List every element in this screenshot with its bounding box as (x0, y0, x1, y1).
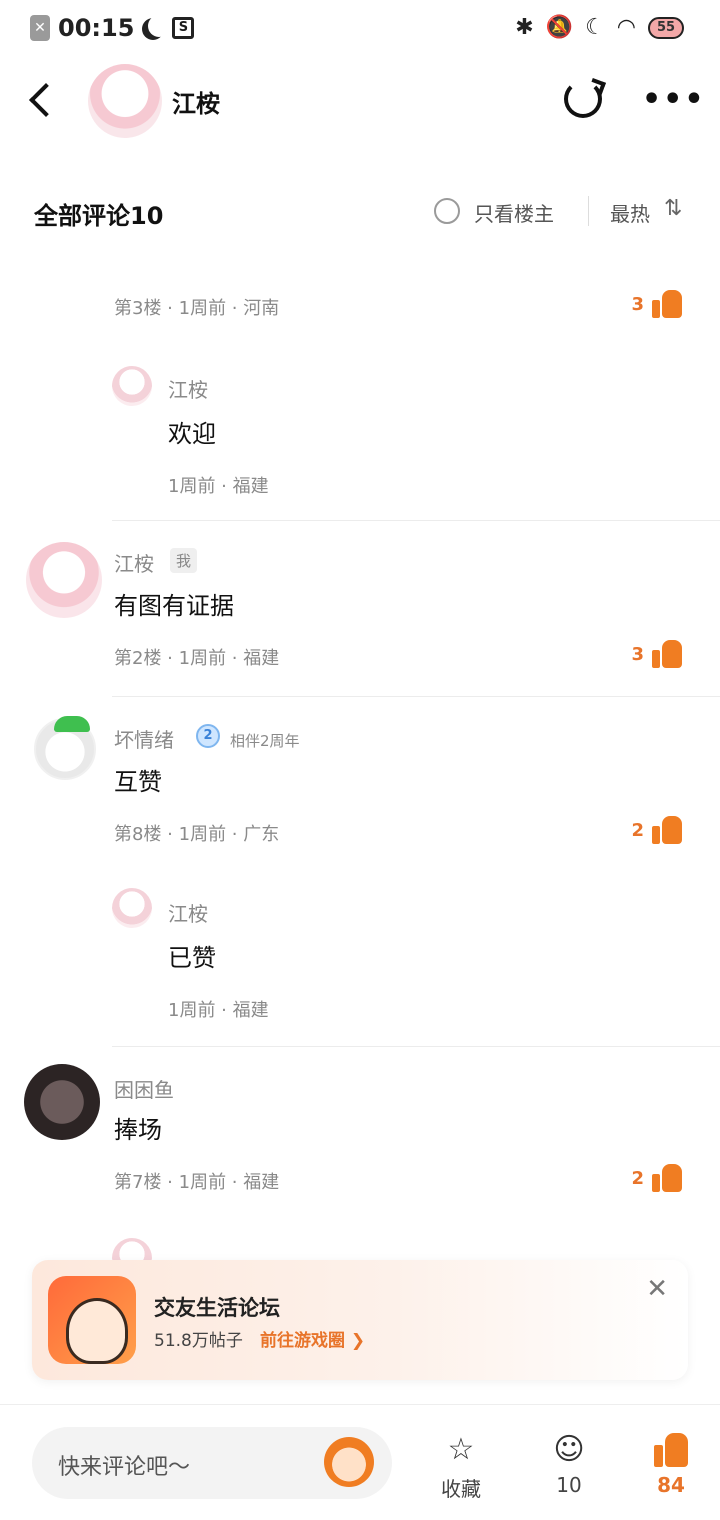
divider (588, 196, 589, 226)
thumbs-up-icon (652, 640, 682, 668)
go-to-game-circle-link[interactable]: 前往游戏圈 ❯ (260, 1326, 365, 1351)
share-icon[interactable] (564, 80, 602, 118)
like-count: 3 (631, 293, 644, 315)
like-button[interactable]: 2 (631, 1164, 682, 1192)
commenter-avatar[interactable] (24, 1064, 100, 1140)
divider (112, 1046, 720, 1047)
reply-username[interactable]: 江桉 (168, 374, 208, 403)
commenter-avatar[interactable] (34, 716, 96, 780)
like-count: 3 (631, 643, 644, 665)
like-count: 84 (657, 1473, 685, 1497)
bluetooth-icon: ✱ (515, 15, 534, 40)
moon-icon (148, 15, 170, 37)
forum-logo (48, 1276, 136, 1364)
commenter-username[interactable]: 困困鱼 (114, 1074, 174, 1103)
only-op-radio[interactable] (434, 198, 460, 224)
like-count: 2 (631, 1167, 644, 1189)
reply-meta: 1周前 · 福建 (168, 1000, 269, 1021)
level-text: 相伴2周年 (230, 732, 300, 750)
comment-text[interactable]: 有图有证据 (114, 586, 234, 621)
bottom-action-bar: 快来评论吧～ ☆ 收藏 ☺ 10 84 (0, 1404, 720, 1520)
like-button[interactable]: 3 (631, 290, 682, 318)
more-icon[interactable]: ••• (642, 85, 706, 115)
back-icon[interactable] (29, 83, 63, 117)
commenter-avatar[interactable] (26, 542, 102, 618)
post-header: 江桉 ••• (0, 58, 720, 148)
comment-item: 坏情绪 2 相伴2周年 互赞 第8楼 · 1周前 · 广东 2 江桉 已赞 1周… (0, 712, 720, 1046)
comment-meta: 第7楼 · 1周前 · 福建 (114, 1172, 280, 1193)
comment-item: 江桉 我 有图有证据 第2楼 · 1周前 · 福建 3 (0, 536, 720, 696)
reply-text[interactable]: 已赞 (168, 938, 216, 973)
battery-icon: 55 (648, 17, 684, 39)
reply-text[interactable]: 欢迎 (168, 414, 216, 449)
comment-input[interactable]: 快来评论吧～ (32, 1427, 392, 1499)
reply-meta: 1周前 · 福建 (168, 476, 269, 497)
comment-count: 10 (556, 1473, 582, 1497)
status-time: 00:15 (58, 14, 135, 42)
comment-bubble-icon: ☺ (553, 1432, 585, 1467)
comment-item: 困困鱼 捧场 第7楼 · 1周前 · 福建 2 (0, 1062, 720, 1278)
bell-off-icon: 🔕 (545, 15, 574, 40)
divider (112, 520, 720, 521)
thumbs-up-icon (654, 1433, 688, 1467)
moon-icon: ☾ (585, 15, 605, 40)
sort-icon[interactable]: ⇅ (664, 196, 682, 221)
like-post-button[interactable]: 84 (636, 1433, 706, 1497)
comment-meta: 第3楼 · 1周前 · 河南 (114, 298, 280, 319)
comment-meta: 第8楼 · 1周前 · 广东 (114, 824, 280, 845)
all-comments-title: 全部评论10 (34, 202, 164, 230)
commenter-username[interactable]: 江桉 (114, 548, 154, 577)
close-icon[interactable]: ✕ (646, 1276, 668, 1302)
level-badge: 2 (196, 724, 220, 748)
author-name[interactable]: 江桉 (172, 84, 220, 119)
only-op-label[interactable]: 只看楼主 (474, 198, 554, 227)
like-count: 2 (631, 819, 644, 841)
thumbs-up-icon (652, 816, 682, 844)
wifi-icon: ◠ (616, 15, 636, 40)
forum-promo-card[interactable]: 交友生活论坛 51.8万帖子 前往游戏圈 ❯ ✕ (32, 1260, 688, 1380)
comment-item: 第3楼 · 1周前 · 河南 3 江桉 欢迎 1周前 · 福建 (0, 290, 720, 520)
reply-avatar[interactable] (112, 366, 152, 406)
forum-post-count: 51.8万帖子 (154, 1331, 243, 1351)
divider (112, 696, 720, 697)
commenter-username[interactable]: 坏情绪 (114, 724, 174, 753)
favorite-button[interactable]: ☆ 收藏 (426, 1433, 496, 1502)
close-square-icon: ✕ (30, 15, 50, 41)
screenshot-icon: S (172, 17, 195, 39)
comment-text[interactable]: 捧场 (114, 1110, 162, 1145)
comments-button[interactable]: ☺ 10 (534, 1432, 604, 1498)
thumbs-up-icon (652, 290, 682, 318)
thumbs-up-icon (652, 1164, 682, 1192)
status-bar: ✕ 00:15 S ✱ 🔕 ☾ ◠ 55 (0, 0, 720, 58)
emoji-icon[interactable] (324, 1437, 374, 1487)
like-button[interactable]: 3 (631, 640, 682, 668)
like-button[interactable]: 2 (631, 816, 682, 844)
status-bar-right: ✱ 🔕 ☾ ◠ 55 (515, 14, 684, 42)
comment-text[interactable]: 互赞 (114, 762, 162, 797)
author-avatar[interactable] (88, 64, 162, 138)
star-icon: ☆ (447, 1432, 475, 1467)
comment-input-placeholder: 快来评论吧～ (58, 1455, 191, 1480)
favorite-label: 收藏 (441, 1477, 481, 1501)
reply-username[interactable]: 江桉 (168, 898, 208, 927)
me-badge: 我 (170, 548, 198, 573)
comment-filter-bar: 全部评论10 只看楼主 最热 ⇅ (0, 180, 720, 244)
forum-title: 交友生活论坛 (154, 1296, 280, 1320)
status-bar-left: ✕ 00:15 S (30, 14, 195, 42)
sort-button[interactable]: 最热 (610, 198, 650, 227)
comment-meta: 第2楼 · 1周前 · 福建 (114, 648, 280, 669)
reply-avatar[interactable] (112, 888, 152, 928)
